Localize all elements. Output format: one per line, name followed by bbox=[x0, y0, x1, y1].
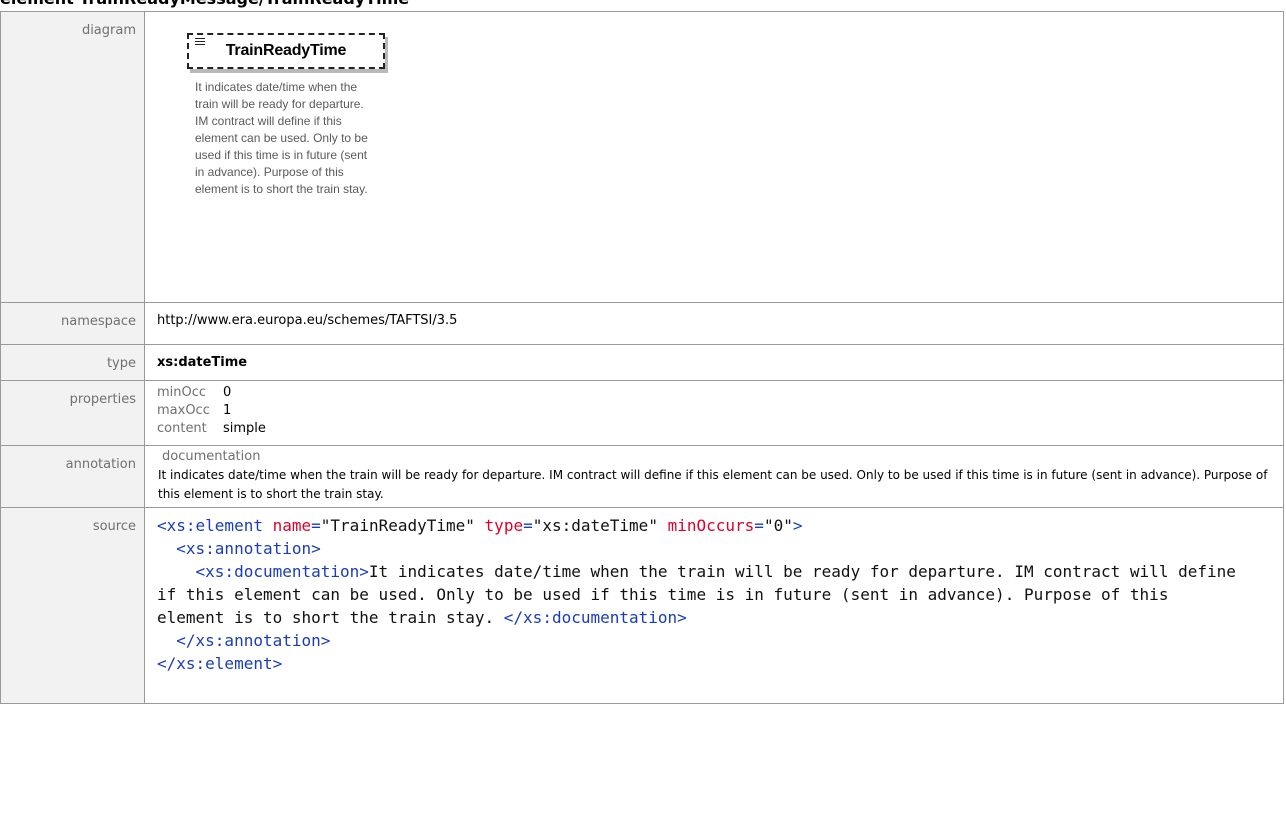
element-node-name: TrainReadyTime bbox=[225, 42, 347, 59]
annotation-row: annotation documentation It indicates da… bbox=[0, 445, 1284, 508]
source-line-open: <xs:element name="TrainReadyTime" type="… bbox=[157, 516, 803, 535]
source-label: source bbox=[0, 507, 145, 704]
property-item: content simple bbox=[157, 420, 1283, 438]
namespace-value: http://www.era.europa.eu/schemes/TAFTSI/… bbox=[144, 302, 1284, 345]
element-node-doc: It indicates date/time when the train wi… bbox=[195, 80, 368, 196]
annotation-text: It indicates date/time when the train wi… bbox=[158, 468, 1268, 501]
property-item: maxOcc 1 bbox=[157, 402, 1283, 420]
source-code: <xs:element name="TrainReadyTime" type="… bbox=[144, 507, 1284, 704]
element-node[interactable]: TrainReadyTime bbox=[187, 33, 385, 69]
diagram-cell: TrainReadyTime It indicates date/time wh… bbox=[144, 11, 1284, 303]
source-row: source <xs:element name="TrainReadyTime"… bbox=[0, 507, 1284, 704]
property-item: minOcc 0 bbox=[157, 384, 1283, 402]
element-properties-table: diagram TrainReadyTime It indicates date… bbox=[0, 11, 1284, 704]
property-key: minOcc bbox=[157, 385, 207, 400]
property-value: 1 bbox=[223, 403, 232, 418]
source-line-documentation: <xs:documentation>It indicates date/time… bbox=[157, 562, 1246, 627]
properties-label: properties bbox=[0, 380, 145, 446]
element-list-icon bbox=[195, 38, 205, 47]
property-value: 0 bbox=[223, 385, 232, 400]
properties-list: minOcc 0 maxOcc 1 content simple bbox=[144, 380, 1284, 446]
annotation-title: documentation bbox=[162, 449, 261, 464]
page-title: element TrainReadyMessage/TrainReadyTime bbox=[0, 0, 409, 9]
namespace-row: namespace http://www.era.europa.eu/schem… bbox=[0, 302, 1284, 345]
annotation-content: documentation It indicates date/time whe… bbox=[144, 445, 1284, 508]
property-key: maxOcc bbox=[157, 403, 210, 418]
property-key: content bbox=[157, 421, 207, 436]
namespace-label: namespace bbox=[0, 302, 145, 345]
annotation-label: annotation bbox=[0, 445, 145, 508]
properties-row: properties minOcc 0 maxOcc 1 content sim… bbox=[0, 380, 1284, 446]
type-label: type bbox=[0, 344, 145, 381]
diagram-canvas: TrainReadyTime It indicates date/time wh… bbox=[157, 12, 1283, 302]
property-value: simple bbox=[223, 421, 266, 436]
diagram-label: diagram bbox=[0, 11, 145, 303]
source-line-annotation-open: <xs:annotation> bbox=[176, 539, 321, 558]
type-row: type xs:dateTime bbox=[0, 344, 1284, 381]
diagram-row: diagram TrainReadyTime It indicates date… bbox=[0, 11, 1284, 303]
type-value[interactable]: xs:dateTime bbox=[144, 344, 1284, 381]
source-line-annotation-close: </xs:annotation> bbox=[176, 631, 331, 650]
source-line-close: </xs:element> bbox=[157, 654, 283, 673]
